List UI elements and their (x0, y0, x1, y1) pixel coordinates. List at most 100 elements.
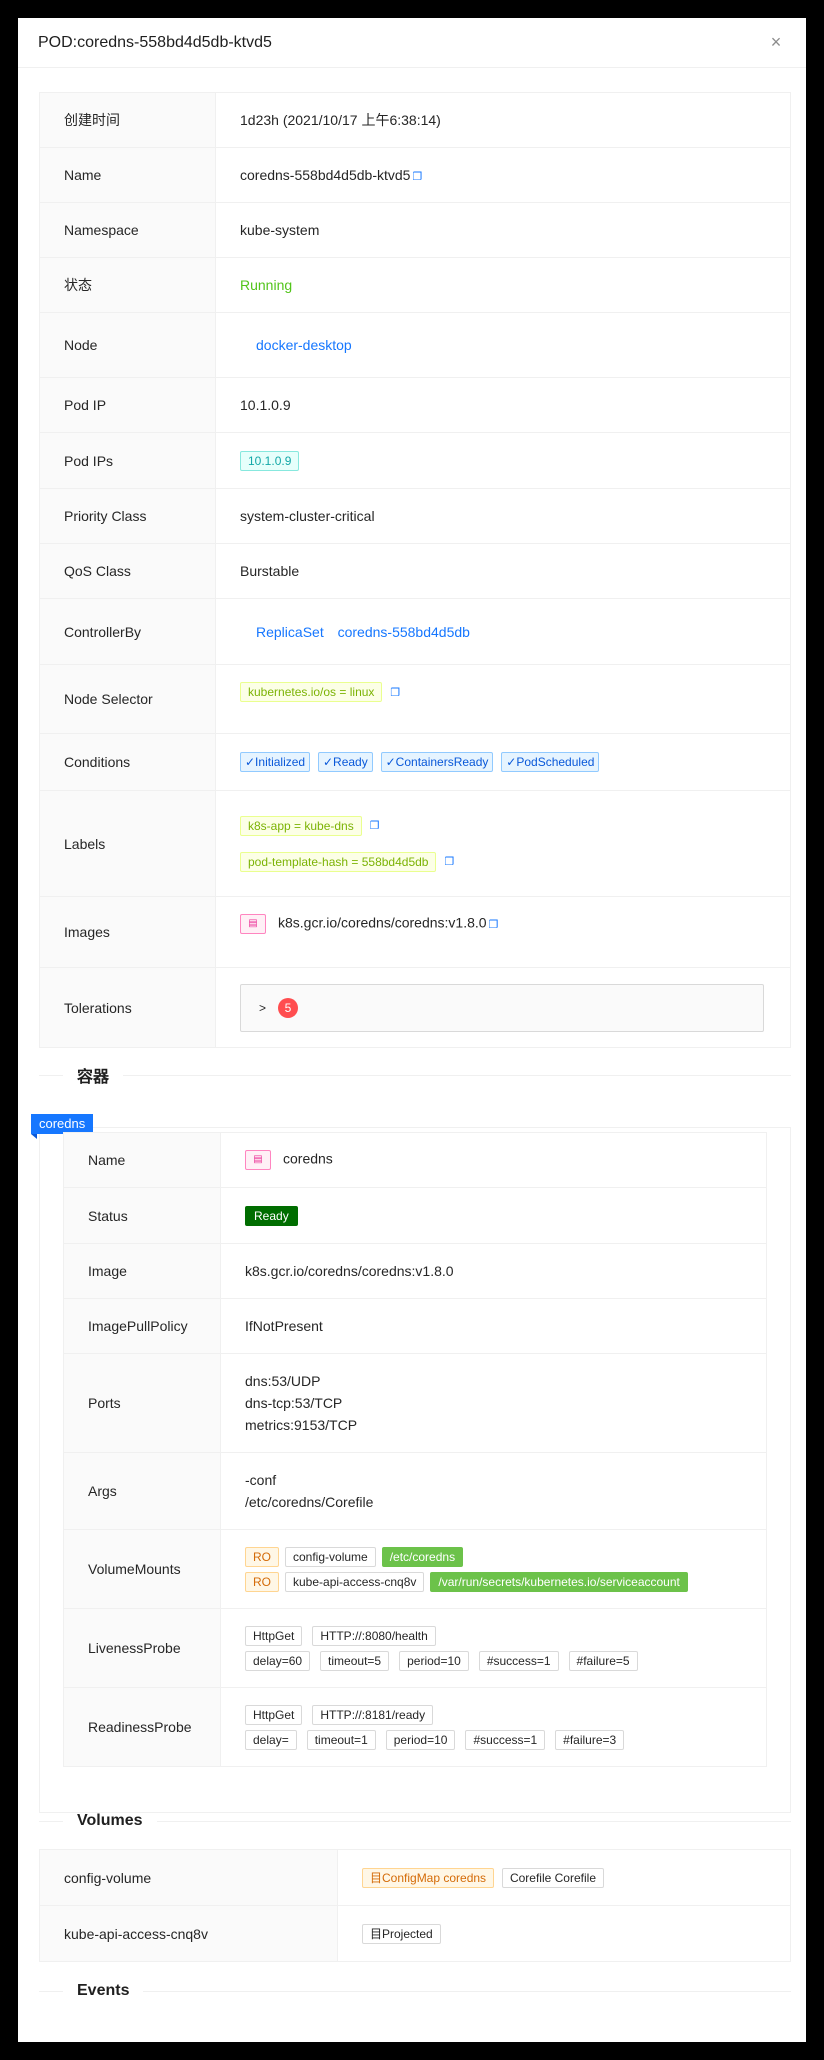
label-created: 创建时间 (39, 92, 216, 148)
controller-kind-link[interactable]: ReplicaSet (256, 624, 324, 640)
label-readiness-probe: ReadinessProbe (63, 1687, 221, 1767)
label-status: 状态 (39, 257, 216, 313)
containers-section-title: 容器 (39, 1060, 791, 1090)
copy-icon[interactable]: ❐ (444, 855, 454, 868)
tolerations-count-badge: 5 (278, 997, 299, 1018)
row-tolerations: Tolerations > 5 (39, 967, 791, 1048)
row-container-image: Image k8s.gcr.io/coredns/coredns:v1.8.0 (63, 1243, 767, 1299)
volume-row: config-volume 目ConfigMap coredns Corefil… (39, 1849, 791, 1906)
row-controller-by: ControllerBy ReplicaSet coredns-558bd4d5… (39, 598, 791, 665)
condition-tag: ✓PodScheduled (501, 752, 600, 772)
drawer-content: 创建时间 1d23h (2021/10/17 上午6:38:14) Name c… (39, 92, 791, 1813)
volume-item-tag: Corefile Corefile (501, 1867, 604, 1888)
ribbon-corner (31, 1134, 37, 1139)
node-link[interactable]: docker-desktop (256, 337, 352, 353)
volume-name: kube-api-access-cnq8v (39, 1905, 338, 1962)
row-node: Node docker-desktop (39, 312, 791, 378)
row-conditions: Conditions ✓Initialized ✓Ready ✓Containe… (39, 733, 791, 791)
label-controller-by: ControllerBy (39, 598, 216, 665)
probe-param-tag: #failure=5 (568, 1650, 638, 1671)
close-icon[interactable]: × (766, 32, 786, 53)
row-labels: Labels k8s-app = kube-dns ❐ pod-template-… (39, 790, 791, 897)
drawer-title: POD:coredns-558bd4d5db-ktvd5 (38, 33, 272, 51)
pod-description: 创建时间 1d23h (2021/10/17 上午6:38:14) Name c… (39, 92, 791, 1048)
node-selector-tag: kubernetes.io/os = linux (240, 682, 383, 702)
pod-drawer: POD:coredns-558bd4d5db-ktvd5 × 创建时间 1d23… (18, 18, 806, 2042)
copy-icon[interactable]: ❐ (412, 170, 422, 183)
row-volume-mounts: VolumeMounts RO config-volume /etc/cored… (63, 1529, 767, 1609)
label-container-image: Image (63, 1243, 221, 1299)
port-item: metrics:9153/TCP (245, 1417, 358, 1433)
value-image: k8s.gcr.io/coredns/coredns:v1.8.0 (278, 914, 487, 931)
tolerations-collapse[interactable]: > 5 (240, 983, 764, 1032)
label-conditions: Conditions (39, 733, 216, 791)
label-labels: Labels (39, 790, 216, 897)
volumes-table: config-volume 目ConfigMap coredns Corefil… (39, 1849, 791, 1962)
container-ribbon: coredns (31, 1114, 94, 1134)
value-status: Running (215, 257, 791, 313)
row-readiness-probe: ReadinessProbe HttpGet HTTP://:8181/read… (63, 1687, 767, 1767)
copy-icon[interactable]: ❐ (489, 918, 499, 931)
row-image-pull-policy: ImagePullPolicy IfNotPresent (63, 1298, 767, 1354)
container-description: Name ▤ coredns Status Ready Image k8s.gcr… (63, 1132, 767, 1767)
value-pod-ip: 10.1.0.9 (215, 377, 791, 433)
probe-param-tag: #success=1 (478, 1650, 559, 1671)
row-container-status: Status Ready (63, 1187, 767, 1244)
probe-param-tag: period=10 (385, 1729, 456, 1750)
probe-param-tag: timeout=1 (306, 1729, 376, 1750)
image-icon: ▤ (240, 914, 266, 934)
value-image-pull-policy: IfNotPresent (220, 1298, 767, 1354)
probe-type-tag: HttpGet (245, 1704, 303, 1725)
label-qos-class: QoS Class (39, 543, 216, 599)
row-node-selector: Node Selector kubernetes.io/os = linux ❐ (39, 664, 791, 734)
label-namespace: Namespace (39, 202, 216, 258)
value-namespace: kube-system (215, 202, 791, 258)
volume-row: kube-api-access-cnq8v 目Projected (39, 1905, 791, 1962)
row-ports: Ports dns:53/UDP dns-tcp:53/TCP metrics:… (63, 1353, 767, 1453)
value-priority-class: system-cluster-critical (215, 488, 791, 544)
probe-url-tag: HTTP://:8181/ready (312, 1704, 434, 1725)
drawer-header: POD:coredns-558bd4d5db-ktvd5 × (18, 18, 806, 68)
label-image-pull-policy: ImagePullPolicy (63, 1298, 221, 1354)
arg-item: /etc/coredns/Corefile (245, 1494, 374, 1510)
row-liveness-probe: LivenessProbe HttpGet HTTP://:8080/healt… (63, 1608, 767, 1688)
label-args: Args (63, 1452, 221, 1530)
probe-param-tag: delay= (245, 1729, 297, 1750)
mount-mode-tag: RO (245, 1546, 279, 1567)
label-ports: Ports (63, 1353, 221, 1453)
row-images: Images ▤ k8s.gcr.io/coredns/coredns:v1.8.… (39, 896, 791, 968)
label-name: Name (39, 147, 216, 203)
copy-icon[interactable]: ❐ (370, 819, 380, 832)
label-container-status: Status (63, 1187, 221, 1244)
label-liveness-probe: LivenessProbe (63, 1608, 221, 1688)
probe-param-tag: #failure=3 (555, 1729, 625, 1750)
row-pod-ip: Pod IP 10.1.0.9 (39, 377, 791, 433)
row-container-name: Name ▤ coredns (63, 1132, 767, 1188)
port-item: dns:53/UDP (245, 1373, 321, 1389)
label-volume-mounts: VolumeMounts (63, 1529, 221, 1609)
pod-ip-tag: 10.1.0.9 (240, 450, 300, 471)
volume-source-tag: 目Projected (362, 1923, 441, 1944)
probe-url-tag: HTTP://:8080/health (312, 1625, 436, 1646)
label-node-selector: Node Selector (39, 664, 216, 734)
label-priority-class: Priority Class (39, 488, 216, 544)
value-container-name: coredns (283, 1150, 333, 1167)
controller-name-link[interactable]: coredns-558bd4d5db (338, 624, 470, 640)
condition-tag: ✓Initialized (240, 752, 311, 772)
row-namespace: Namespace kube-system (39, 202, 791, 258)
row-status: 状态 Running (39, 257, 791, 313)
mount-name-tag: kube-api-access-cnq8v (285, 1571, 425, 1592)
condition-tag: ✓ContainersReady (380, 752, 494, 772)
label-container-name: Name (63, 1132, 221, 1188)
row-pod-ips: Pod IPs 10.1.0.9 (39, 432, 791, 489)
row-priority-class: Priority Class system-cluster-critical (39, 488, 791, 544)
probe-param-tag: delay=60 (245, 1650, 311, 1671)
row-args: Args -conf /etc/coredns/Corefile (63, 1452, 767, 1530)
label-tag: pod-template-hash = 558bd4d5db (240, 851, 437, 872)
image-icon: ▤ (245, 1150, 271, 1170)
copy-icon[interactable]: ❐ (390, 686, 400, 699)
probe-param-tag: #success=1 (465, 1729, 546, 1750)
value-qos-class: Burstable (215, 543, 791, 599)
label-images: Images (39, 896, 216, 968)
label-node: Node (39, 312, 216, 378)
